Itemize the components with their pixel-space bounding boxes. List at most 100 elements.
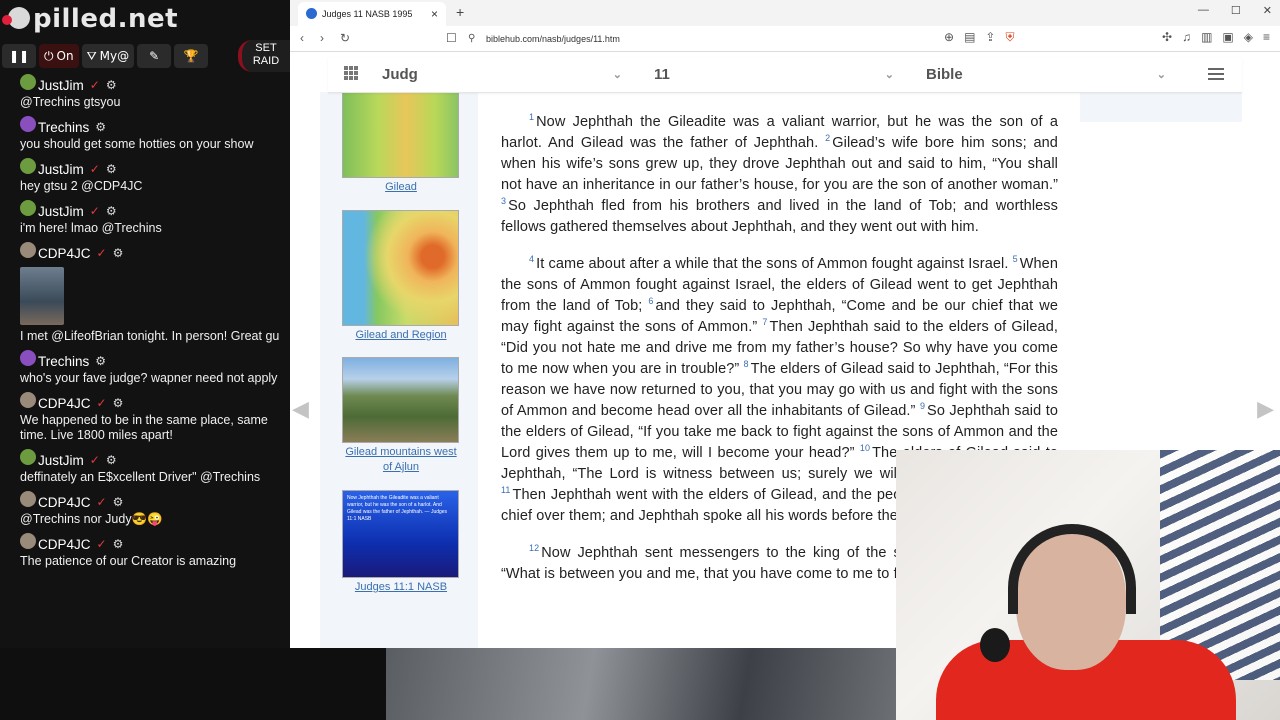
- media-icon[interactable]: ♫: [1182, 30, 1191, 44]
- previous-chapter-icon[interactable]: ◀: [292, 396, 309, 422]
- gear-icon[interactable]: ⚙: [106, 453, 117, 467]
- reader-icon[interactable]: ▤: [964, 30, 975, 45]
- username-label: JustJim: [38, 161, 84, 177]
- verse-image-card[interactable]: Now Jephthah the Gileadite was a valiant…: [342, 490, 460, 595]
- verse-number[interactable]: 4: [529, 254, 534, 264]
- map-image[interactable]: [342, 210, 459, 326]
- verse-number[interactable]: 10: [860, 443, 870, 453]
- chat-username[interactable]: CDP4JC ✓ ⚙: [20, 492, 282, 512]
- chat-username[interactable]: JustJim ✓ ⚙: [20, 201, 282, 221]
- shield-icon[interactable]: ⛨: [1005, 30, 1014, 45]
- verified-icon: ✓: [96, 495, 107, 509]
- gear-icon[interactable]: ⚙: [106, 162, 117, 176]
- map-caption[interactable]: Gilead: [342, 180, 460, 195]
- chat-username[interactable]: CDP4JC ✓ ⚙: [20, 393, 282, 413]
- bookmark-icon[interactable]: ☐: [446, 31, 457, 45]
- verse-number[interactable]: 9: [920, 401, 925, 411]
- chat-username[interactable]: CDP4JC ✓ ⚙: [20, 534, 282, 554]
- avatar: [20, 158, 36, 174]
- pause-chat-button[interactable]: ❚❚: [2, 44, 36, 68]
- gear-icon[interactable]: ⚙: [95, 354, 106, 368]
- username-label: Trechins: [38, 119, 90, 135]
- gear-icon[interactable]: ⚙: [113, 537, 124, 551]
- mentions-filter-button[interactable]: ⛛ My@: [81, 44, 135, 68]
- map-caption[interactable]: Gilead mountains west of Ajlun: [342, 445, 460, 475]
- wallet-icon[interactable]: ▣: [1222, 30, 1233, 44]
- trophy-button[interactable]: 🏆: [174, 44, 209, 68]
- verified-icon: ✓: [96, 537, 107, 551]
- zoom-icon[interactable]: ⊕: [944, 30, 954, 45]
- grid-icon[interactable]: [344, 66, 358, 80]
- verified-icon: ✓: [89, 78, 100, 92]
- chat-username[interactable]: Trechins ⚙: [20, 117, 282, 137]
- gear-icon[interactable]: ⚙: [106, 78, 117, 92]
- username-label: JustJim: [38, 203, 84, 219]
- gear-icon[interactable]: ⚙: [113, 396, 124, 410]
- map-card-gilead-mountains[interactable]: Gilead mountains west of Ajlun: [342, 357, 460, 475]
- verse-number[interactable]: 12: [529, 543, 539, 553]
- verse-number[interactable]: 8: [744, 359, 749, 369]
- close-tab-icon[interactable]: ×: [431, 7, 438, 21]
- background-photo: [386, 648, 896, 720]
- verse-image[interactable]: Now Jephthah the Gileadite was a valiant…: [342, 490, 459, 578]
- maximize-icon[interactable]: ☐: [1231, 4, 1241, 17]
- menu-icon[interactable]: ≡: [1263, 30, 1270, 44]
- share-icon[interactable]: ⇪: [985, 30, 995, 45]
- verse-number[interactable]: 2: [825, 133, 830, 143]
- power-icon: ⏻: [44, 48, 54, 63]
- chapter-select[interactable]: 11 ⌄: [654, 57, 908, 93]
- hamburger-icon[interactable]: [1208, 68, 1224, 80]
- back-icon[interactable]: ‹: [300, 31, 304, 45]
- chevron-down-icon: ⌄: [884, 69, 894, 81]
- chat-username[interactable]: Trechins ⚙: [20, 351, 282, 371]
- vpn-icon[interactable]: ◈: [1244, 30, 1253, 44]
- map-caption[interactable]: Gilead and Region: [342, 328, 460, 343]
- chat-message: JustJim ✓ ⚙ deffinately an E$xcellent Drive…: [0, 447, 290, 489]
- verse-number[interactable]: 7: [762, 317, 767, 327]
- username-label: JustJim: [38, 77, 84, 93]
- verse-number[interactable]: 5: [1013, 254, 1018, 264]
- chat-username[interactable]: JustJim ✓ ⚙: [20, 159, 282, 179]
- map-card-gilead-region[interactable]: Gilead and Region: [342, 210, 460, 343]
- forward-icon[interactable]: ›: [320, 31, 324, 45]
- next-chapter-icon[interactable]: ▶: [1257, 396, 1274, 422]
- version-select[interactable]: Bible ⌄: [926, 57, 1180, 93]
- chat-photo[interactable]: [20, 267, 64, 325]
- url-field[interactable]: ☐ ⚲ biblehub.com/nasb/judges/11.htm: [446, 29, 950, 49]
- close-window-icon[interactable]: ✕: [1263, 4, 1272, 17]
- gear-icon[interactable]: ⚙: [113, 495, 124, 509]
- chat-message: JustJim ✓ ⚙ i'm here! lmao @Trechins: [0, 198, 290, 240]
- tab-active[interactable]: Judges 11 NASB 1995 ×: [298, 2, 446, 26]
- minimize-icon[interactable]: —: [1198, 4, 1209, 17]
- extensions-icon[interactable]: ✣: [1162, 30, 1172, 44]
- chat-username[interactable]: CDP4JC ✓ ⚙: [20, 243, 282, 263]
- username-label: JustJim: [38, 452, 84, 468]
- set-raid-button[interactable]: SET RAID: [238, 40, 290, 72]
- avatar: [20, 533, 36, 549]
- chat-username[interactable]: JustJim ✓ ⚙: [20, 450, 282, 470]
- photo-image[interactable]: [342, 357, 459, 443]
- toggle-on-button[interactable]: ⏻ On: [39, 44, 79, 68]
- verse-number[interactable]: 6: [648, 296, 653, 306]
- verse-number[interactable]: 11: [501, 485, 511, 495]
- book-select[interactable]: Judg ⌄: [382, 57, 636, 93]
- sidebar-icon[interactable]: ▥: [1201, 30, 1212, 44]
- nav-buttons: ‹ › ↻: [300, 31, 350, 45]
- gear-icon[interactable]: ⚙: [95, 120, 106, 134]
- gear-icon[interactable]: ⚙: [113, 246, 124, 260]
- address-bar: ‹ › ↻ ☐ ⚲ biblehub.com/nasb/judges/11.ht…: [290, 26, 1280, 52]
- map-caption[interactable]: Judges 11:1 NASB: [342, 580, 460, 595]
- chat-username[interactable]: JustJim ✓ ⚙: [20, 75, 282, 95]
- gear-icon[interactable]: ⚙: [106, 204, 117, 218]
- new-tab-icon[interactable]: +: [456, 4, 464, 20]
- map-image[interactable]: [342, 92, 459, 178]
- reload-icon[interactable]: ↻: [340, 31, 350, 45]
- chat-message: CDP4JC ✓ ⚙ The patience of our Creator is a…: [0, 531, 290, 573]
- verse-number[interactable]: 1: [529, 112, 534, 122]
- map-card-gilead[interactable]: Gilead: [342, 92, 460, 195]
- stream-layout: pilled.net ❚❚ ⏻ On ⛛ My@ ✎ 🏆 SET RAID Just…: [0, 0, 1280, 720]
- username-label: CDP4JC: [38, 536, 91, 552]
- verse-number[interactable]: 3: [501, 196, 506, 206]
- tools-button[interactable]: ✎: [137, 44, 172, 68]
- site-info-icon[interactable]: ⚲: [468, 33, 475, 44]
